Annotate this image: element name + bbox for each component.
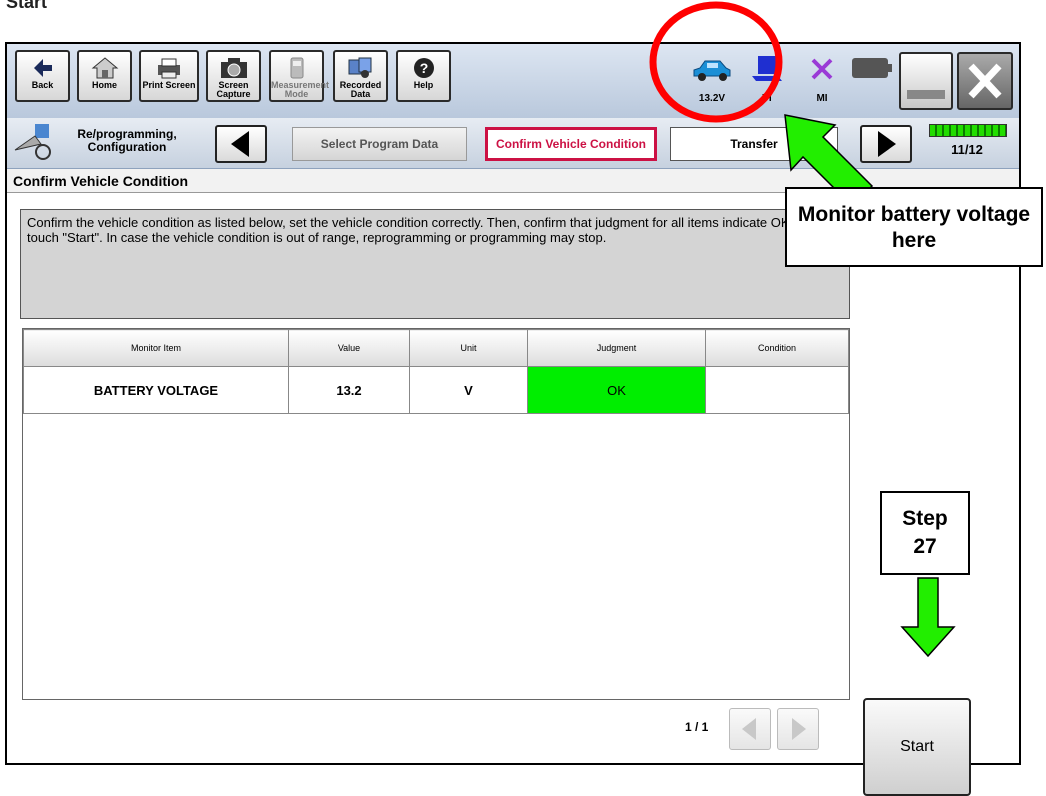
- prev-step-button[interactable]: [215, 125, 267, 163]
- next-step-button[interactable]: [860, 125, 912, 163]
- col-monitor-item: Monitor Item: [23, 329, 289, 367]
- minimize-button[interactable]: [899, 52, 953, 110]
- col-value: Value: [288, 329, 410, 367]
- progress-bar: [929, 124, 1007, 137]
- screen-capture-label: Screen Capture: [216, 80, 251, 99]
- app-window: Back Home Print Screen Screen Capture Me…: [5, 42, 1021, 796]
- screen-capture-button[interactable]: Screen Capture: [206, 50, 261, 102]
- svg-text:?: ?: [419, 60, 428, 76]
- vi-label: VI: [762, 93, 772, 104]
- page-prev-button[interactable]: [729, 708, 771, 750]
- step-callout-box: Step 27: [880, 491, 970, 575]
- col-condition: Condition: [705, 329, 849, 367]
- left-arrow-icon: [231, 131, 249, 157]
- step-confirm-vehicle-condition: Confirm Vehicle Condition: [485, 127, 657, 161]
- mi-disconnected-icon: [811, 58, 833, 80]
- back-arrow-icon: [33, 59, 52, 77]
- camera-icon: [220, 58, 247, 78]
- page-left-icon: [742, 718, 756, 740]
- recorded-data-button[interactable]: Recorded Data: [333, 50, 388, 102]
- print-screen-label: Print Screen: [142, 80, 196, 90]
- mi-status: MI: [797, 50, 847, 110]
- help-label: Help: [413, 80, 434, 90]
- battery-icon: [852, 58, 892, 78]
- cell-value: 13.2: [288, 366, 410, 414]
- right-arrow-icon: [878, 131, 896, 157]
- cell-unit: V: [409, 366, 528, 414]
- help-button[interactable]: ? Help: [396, 50, 451, 102]
- cell-monitor-item: BATTERY VOLTAGE: [23, 366, 289, 414]
- table-header-row: Monitor Item Value Unit Judgment Conditi…: [23, 329, 849, 367]
- measurement-mode-label: Measurement Mode: [271, 80, 330, 99]
- print-screen-button[interactable]: Print Screen: [139, 50, 199, 102]
- page-right-icon: [792, 718, 806, 740]
- status-area: 13.2V VI MI: [687, 50, 895, 110]
- printer-icon: [158, 58, 180, 79]
- progress-indicator: 11/12: [927, 122, 1007, 164]
- minimize-icon: [907, 90, 945, 99]
- battery-voltage-status: 13.2V: [687, 50, 737, 110]
- close-icon: [968, 63, 1002, 99]
- reprogramming-icon: [14, 124, 51, 160]
- step-transfer: Transfer: [670, 127, 838, 161]
- help-icon: ?: [413, 58, 434, 78]
- progress-count: 11/12: [951, 142, 983, 157]
- recorded-data-icon: [348, 57, 371, 78]
- recorded-data-label: Recorded Data: [339, 80, 382, 99]
- section-label: Re/programming, Configuration: [77, 127, 177, 154]
- page-next-button[interactable]: [777, 708, 819, 750]
- col-judgment: Judgment: [527, 329, 706, 367]
- page-indicator: 1 / 1: [685, 720, 709, 734]
- measurement-mode-button[interactable]: Measurement Mode: [269, 50, 330, 102]
- back-label: Back: [31, 80, 54, 90]
- table-row: BATTERY VOLTAGE 13.2 V OK: [23, 366, 849, 414]
- home-icon: [91, 57, 118, 79]
- back-button[interactable]: Back: [15, 50, 70, 102]
- step-select-program-data: Select Program Data: [292, 127, 467, 161]
- pager: 1 / 1: [685, 708, 847, 754]
- cell-condition: [705, 366, 849, 414]
- cell-judgment: OK: [527, 366, 706, 414]
- car-icon: [693, 60, 731, 81]
- home-label: Home: [91, 80, 117, 90]
- instruction-text: Confirm the vehicle condition as listed …: [20, 209, 850, 319]
- close-button[interactable]: [957, 52, 1013, 110]
- meter-icon: [290, 57, 303, 79]
- monitor-table: Monitor Item Value Unit Judgment Conditi…: [22, 328, 850, 700]
- voltage-readout: 13.2V: [698, 93, 726, 104]
- breadcrumb: Re/programming, Configuration Select Pro…: [7, 118, 1019, 169]
- page-heading: Start: [6, 0, 48, 12]
- start-button[interactable]: Start: [863, 698, 971, 796]
- vi-device-icon: [752, 56, 782, 81]
- vi-status: VI: [742, 50, 792, 110]
- mi-label: MI: [816, 93, 828, 104]
- home-button[interactable]: Home: [77, 50, 132, 102]
- battery-callout-box: Monitor battery voltage here: [785, 187, 1043, 267]
- battery-status: [847, 50, 897, 110]
- col-unit: Unit: [409, 329, 528, 367]
- toolbar: Back Home Print Screen Screen Capture Me…: [7, 44, 1019, 119]
